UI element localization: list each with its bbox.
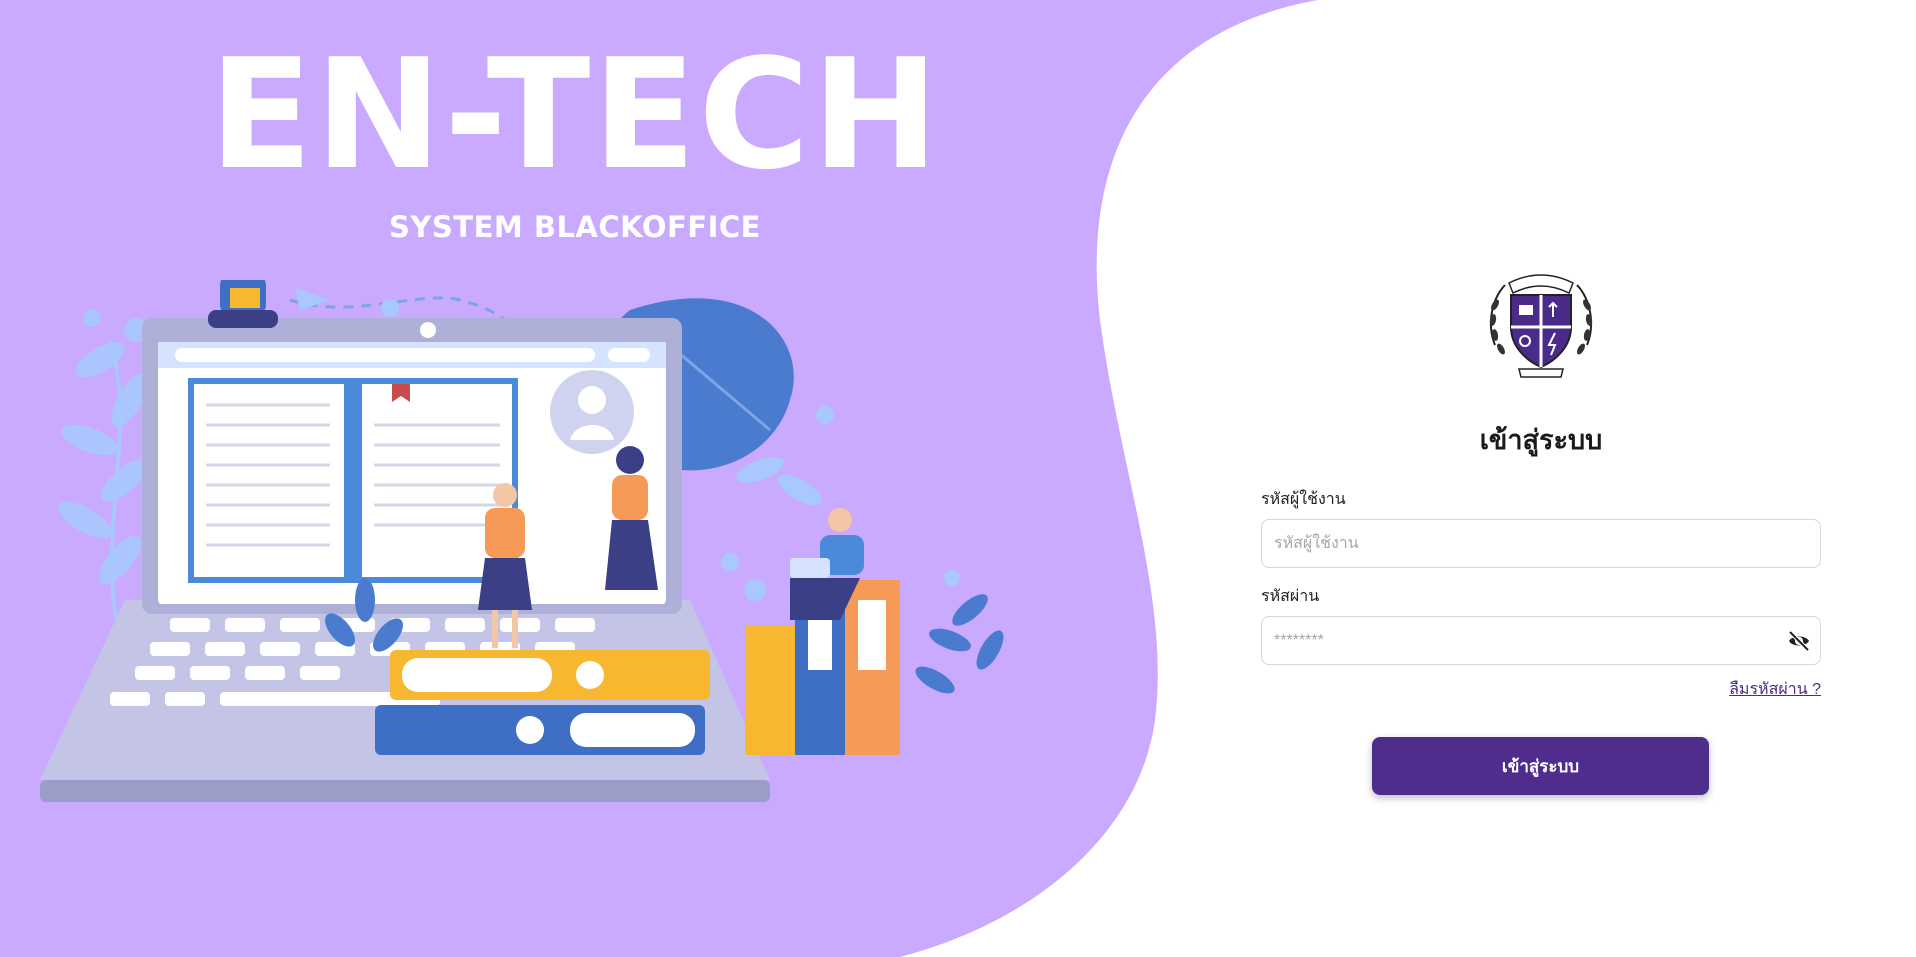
username-input[interactable] — [1262, 520, 1820, 567]
username-field-container — [1261, 519, 1821, 568]
password-input[interactable] — [1262, 617, 1820, 664]
person-reading — [208, 280, 278, 328]
eye-slash-icon[interactable] — [1787, 630, 1811, 652]
crest-logo — [1489, 274, 1593, 378]
brand-subtitle: SYSTEM BLACKOFFICE — [389, 210, 761, 244]
brand-title: EN-TECH — [208, 26, 942, 203]
forgot-password-link[interactable]: ลืมรหัสผ่าน ? — [1729, 677, 1821, 702]
students-with-laptop-and-books-illustration — [40, 280, 1004, 802]
password-field-container — [1261, 616, 1821, 665]
username-label: รหัสผู้ใช้งาน — [1261, 491, 1346, 508]
password-label: รหัสผ่าน — [1261, 588, 1320, 605]
login-submit-button[interactable]: เข้าสู่ระบบ — [1372, 737, 1709, 795]
hero-panel: EN-TECH SYSTEM BLACKOFFICE — [0, 0, 1916, 957]
login-heading: เข้าสู่ระบบ — [1479, 425, 1603, 456]
